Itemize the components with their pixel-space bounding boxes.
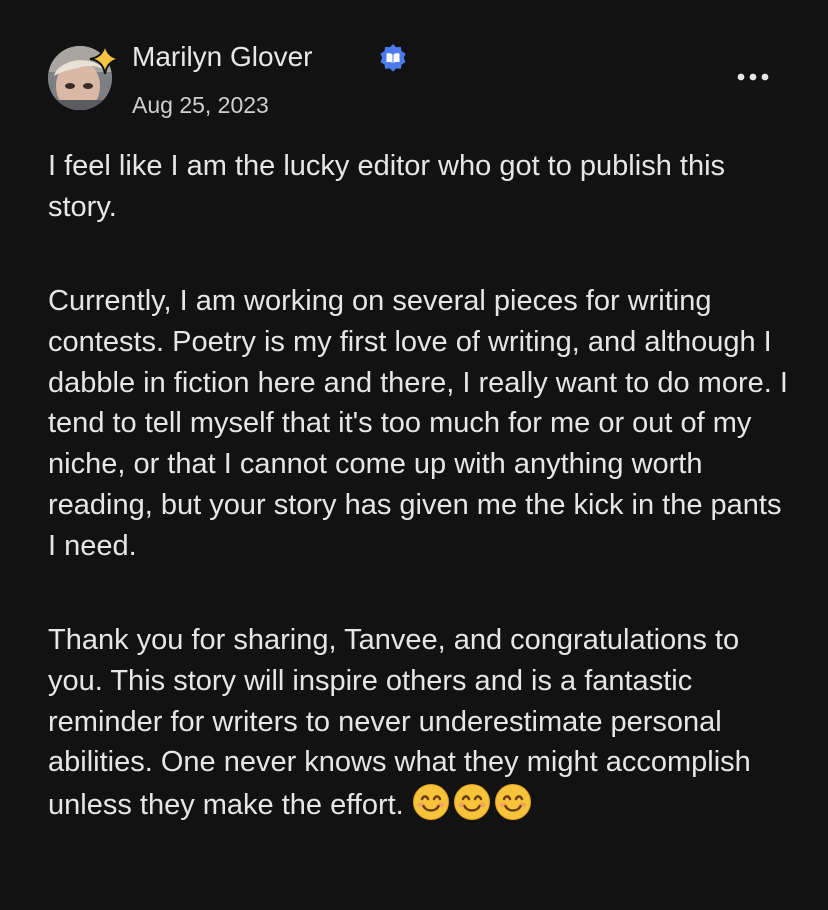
smiling-face-emoji <box>494 784 531 821</box>
comment-paragraph-text: Thank you for sharing, Tanvee, and congr… <box>48 624 751 822</box>
comment-date: Aug 25, 2023 <box>132 92 269 118</box>
comment-paragraph: Currently, I am working on several piece… <box>48 285 788 562</box>
comment-paragraph: I feel like I am the lucky editor who go… <box>48 150 726 223</box>
comment-header: Marilyn Glover Aug 25, 2023 <box>48 40 788 120</box>
author-avatar-container[interactable] <box>48 43 121 110</box>
more-options-icon[interactable] <box>736 64 770 90</box>
comment-paragraph-last: Thank you for sharing, Tanvee, and congr… <box>48 620 788 826</box>
smiling-face-emoji <box>453 784 490 821</box>
sparkle-icon <box>89 43 121 75</box>
comment-card: Marilyn Glover Aug 25, 2023 I feel like … <box>0 0 828 910</box>
verified-book-badge-icon <box>380 44 406 72</box>
smiling-face-emoji <box>412 784 449 821</box>
author-name[interactable]: Marilyn Glover <box>132 40 312 74</box>
